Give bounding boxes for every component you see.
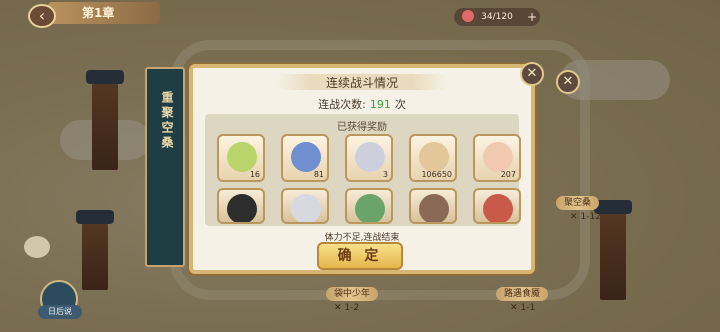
battle-result-dialog: 连续战斗情况 连战次数: 191 次 已获得奖励 16 81 3 106650 207 体力… [189, 64, 535, 274]
bun-icon [483, 142, 513, 172]
stamina-text: 34/120 [481, 12, 513, 22]
reward-character[interactable] [473, 188, 521, 224]
reward-item[interactable]: 16 [217, 134, 265, 182]
stage-node-label[interactable]: 袋中少年 [326, 287, 379, 301]
reward-item[interactable]: 81 [281, 134, 329, 182]
reward-quantity: 106650 [421, 170, 452, 179]
stage-node-label[interactable]: 聚空桑 [556, 196, 600, 210]
chapter-title: 第1章 [82, 6, 115, 20]
peach-icon [462, 10, 474, 22]
character-brown-hair-icon [419, 194, 449, 222]
stage-node-sub: ✕ 1-2 [334, 303, 360, 313]
character-red-hair-icon [483, 194, 513, 222]
rewards-title: 已获得奖励 [337, 122, 387, 133]
back-button[interactable]: ‹ [28, 4, 56, 28]
reward-character[interactable] [217, 188, 265, 224]
reward-character[interactable] [409, 188, 457, 224]
reward-quantity: 16 [249, 170, 260, 179]
dialog-title: 连续战斗情况 [325, 76, 398, 90]
later-button-label: 日后说 [38, 305, 82, 319]
gold-ingot-icon [419, 142, 449, 172]
battle-count-unit: 次 [394, 98, 406, 111]
side-panel-title: 重聚空桑 [160, 91, 174, 151]
character-black-hair-icon [227, 194, 257, 222]
chapter-banner: 第1章 [48, 2, 160, 24]
cross-swords-icon: ✕ [570, 212, 578, 222]
character-white-hair-icon [291, 194, 321, 222]
chat-icon[interactable] [24, 236, 50, 258]
reward-quantity: 3 [382, 170, 388, 179]
rewards-panel: 已获得奖励 16 81 3 106650 207 [205, 114, 521, 226]
battle-count-label: 连战次数: [318, 98, 366, 111]
reward-item[interactable]: 207 [473, 134, 521, 182]
reward-quantity: 81 [313, 170, 324, 179]
chapter-side-panel[interactable]: 重聚空桑 [145, 67, 185, 267]
reward-quantity: 207 [500, 170, 516, 179]
cross-swords-icon: ✕ [334, 303, 342, 313]
dumpling-icon [355, 142, 385, 172]
character-green-hair-icon [355, 194, 385, 222]
battle-count-value: 191 [369, 98, 391, 111]
battle-count-row: 连战次数: 191 次 [193, 96, 531, 112]
confirm-button[interactable]: 确 定 [317, 242, 403, 270]
crystal-shard-icon [291, 142, 321, 172]
cross-swords-icon: ✕ [510, 303, 518, 313]
dialog-close-button[interactable]: ✕ [520, 62, 544, 86]
reward-item[interactable]: 3 [345, 134, 393, 182]
jade-disc-icon [227, 142, 257, 172]
reward-character[interactable] [345, 188, 393, 224]
game-screen: 第1章 ‹ 34/120 + 重聚空桑 袋中少年 ✕ 1-2 路遇食魇 ✕ 1-1 … [0, 0, 720, 332]
stage-node-label[interactable]: 路遇食魇 [496, 287, 549, 301]
stage-node-sub: ✕ 1-12 [570, 212, 601, 222]
stage-node-sub: ✕ 1-1 [510, 303, 536, 313]
close-icon[interactable]: ✕ [556, 70, 580, 94]
add-stamina-button[interactable]: + [524, 8, 540, 26]
reward-item[interactable]: 106650 [409, 134, 457, 182]
reward-character[interactable] [281, 188, 329, 224]
